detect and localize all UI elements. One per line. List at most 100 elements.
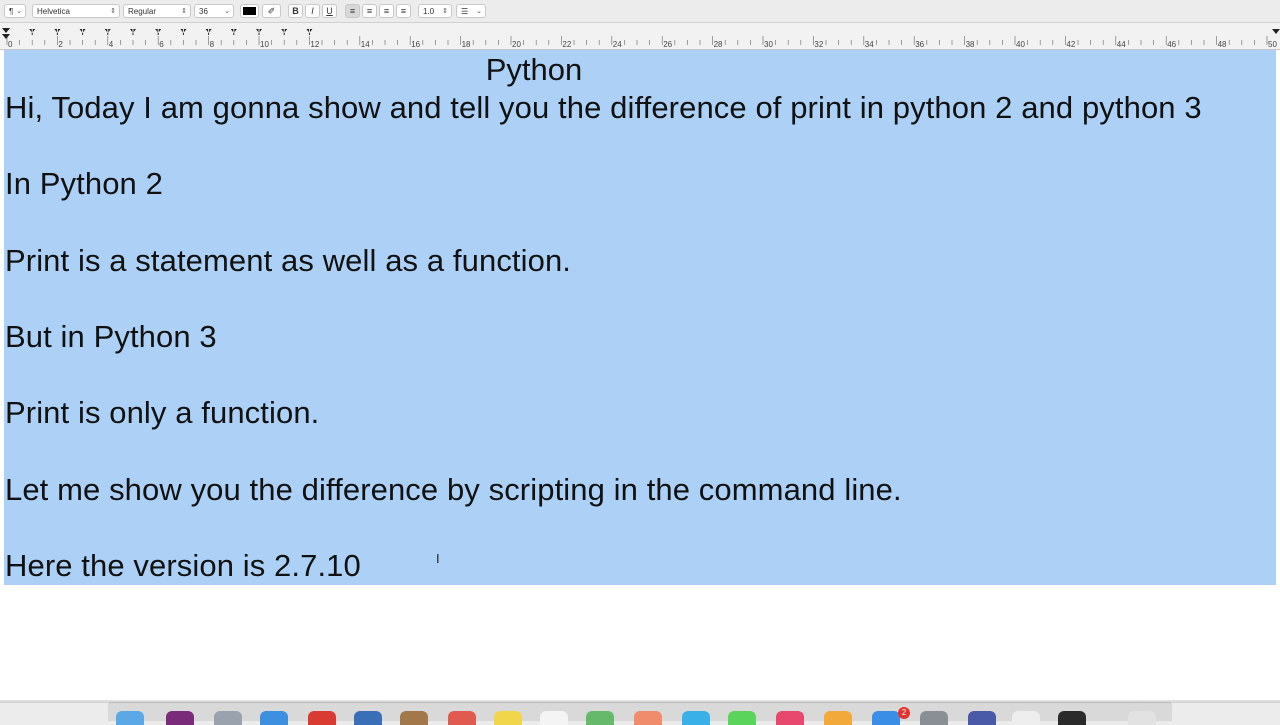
dock [108,702,1172,725]
ruler[interactable]: 0 2 4 6 8 10 12 14 16 18 20 22 24 26 28 30 32 34 36 38 40 42 4… [0,23,1280,50]
text-line[interactable]: Here the version is 2.7.10 [5,548,361,584]
ruler-label: 14 [361,40,370,49]
ruler-label: 28 [714,40,723,49]
mail-icon[interactable] [354,711,382,725]
stepper-arrows-icon: ⇕ [181,8,187,15]
text-line[interactable]: Print is a statement as well as a functi… [5,243,571,279]
font-family-popup[interactable]: Helvetica ⇕ [32,4,120,18]
tab-stop-marker[interactable] [130,29,136,35]
bold-button[interactable]: B [288,4,303,18]
align-right-button[interactable]: ≡ [379,4,394,18]
facetime-icon[interactable] [728,711,756,725]
safari-icon[interactable] [260,711,288,725]
document-title[interactable]: Python [0,52,1068,88]
text-line[interactable]: In Python 2 [5,166,163,202]
list-bullets-icon: ☰ [461,7,469,16]
tab-stop-marker[interactable] [155,29,162,35]
tab-stop-marker[interactable] [29,29,36,35]
ruler-label: 6 [159,40,164,49]
contacts-icon[interactable] [400,711,428,725]
tab-stop-marker[interactable] [256,29,262,35]
photos-icon[interactable] [634,711,662,725]
justify-icon: ≡ [400,6,407,16]
right-indent-marker[interactable] [1272,29,1280,34]
list-style-popup[interactable]: ☰ ⌄ [456,4,486,18]
terminal-icon[interactable] [1058,711,1086,725]
ruler-label: 16 [411,40,420,49]
ruler-label: 12 [310,40,319,49]
ruler-label: 30 [764,40,773,49]
finder-icon[interactable] [116,711,144,725]
messages-icon[interactable] [682,711,710,725]
opera-icon[interactable] [308,711,336,725]
maps-icon[interactable] [586,711,614,725]
italic-button[interactable]: I [305,4,320,18]
align-center-icon: ≡ [366,6,373,16]
chevron-down-icon: ⌄ [476,8,482,15]
line-spacing-popup[interactable]: 1.0 ⇕ [418,4,452,18]
tab-stop-marker[interactable] [79,29,86,35]
ruler-scale: 0 2 4 6 8 10 12 14 16 18 20 22 24 26 28 30 32 34 36 38 40 42 4… [2,28,1280,49]
highlight-color-button[interactable]: ✐ [262,4,281,18]
text-color-well[interactable] [240,4,259,18]
font-size-value: 36 [199,7,208,16]
underline-button[interactable]: U [322,4,337,18]
tab-stop-marker[interactable] [104,29,111,35]
ruler-label: 18 [462,40,471,49]
reminders-icon[interactable] [540,711,568,725]
ruler-label: 0 [8,40,13,49]
notes-icon[interactable] [494,711,522,725]
ruler-label: 34 [865,40,874,49]
ruler-label: 24 [613,40,622,49]
tab-stop-marker[interactable] [281,29,288,35]
ruler-label: 40 [1016,40,1025,49]
ruler-label: 8 [210,40,215,49]
font-family-label: Helvetica [37,7,70,16]
app-store-icon[interactable] [872,711,900,725]
text-line[interactable]: But in Python 3 [5,319,217,355]
paragraph-style-popup[interactable]: ¶ ⌄ [4,4,26,18]
ibooks-icon[interactable] [824,711,852,725]
ruler-label: 44 [1117,40,1126,49]
chevron-down-icon: ⌄ [16,8,22,15]
ruler-label: 38 [966,40,975,49]
align-left-icon: ≡ [349,6,356,16]
ruler-label: 10 [260,40,269,49]
justify-button[interactable]: ≡ [396,4,411,18]
highlighter-icon: ✐ [267,6,276,16]
textedit-icon[interactable] [1012,711,1040,725]
ibeam-cursor-icon: I [436,551,440,566]
launchpad-icon[interactable] [214,711,242,725]
font-size-combo[interactable]: 36 ⌄ [194,4,234,18]
left-indent-marker[interactable] [2,28,10,39]
trash-icon[interactable] [1128,711,1156,725]
tab-stop-marker[interactable] [230,29,237,35]
stepper-arrows-icon: ⇕ [442,8,448,15]
font-style-popup[interactable]: Regular ⇕ [123,4,191,18]
ruler-label: 46 [1167,40,1176,49]
paragraph-style-label: ¶ [9,7,14,16]
system-preferences-icon[interactable] [920,711,948,725]
ruler-label: 4 [109,40,114,49]
calendar-icon[interactable] [448,711,476,725]
tab-stop-marker[interactable] [205,29,212,35]
line-spacing-value: 1.0 [423,7,435,16]
format-toolbar: ¶ ⌄ Helvetica ⇕ Regular ⇕ 36 ⌄ ✐ B I U ≡… [0,0,1280,23]
tab-stop-marker[interactable] [306,29,313,35]
preview-icon[interactable] [968,711,996,725]
ruler-label: 22 [562,40,571,49]
siri-icon[interactable] [166,711,194,725]
ruler-label: 2 [58,40,63,49]
text-line[interactable]: Print is only a function. [5,395,319,431]
text-line[interactable]: Let me show you the difference by script… [5,472,902,508]
ruler-label: 32 [814,40,823,49]
text-color-swatch [243,7,256,15]
text-line[interactable]: Hi, Today I am gonna show and tell you t… [5,90,1202,126]
ruler-label: 48 [1218,40,1227,49]
notification-badge: 2 [898,707,910,719]
tab-stop-marker[interactable] [180,29,187,35]
align-center-button[interactable]: ≡ [362,4,377,18]
align-left-button[interactable]: ≡ [345,4,360,18]
itunes-icon[interactable] [776,711,804,725]
tab-stop-marker[interactable] [54,29,61,35]
